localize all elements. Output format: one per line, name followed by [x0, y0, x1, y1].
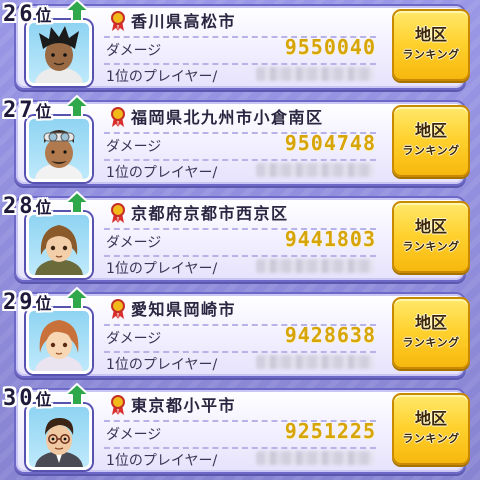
ranking-row: 28 位 京都府京都市西京区 ダメージ 9441803 1位のプレイヤー/ 地区 …	[0, 191, 480, 288]
button-label-line1: 地区	[414, 25, 447, 44]
region-name: 京都府京都市西京区	[131, 204, 289, 223]
character-portrait-icon	[35, 225, 83, 275]
player-avatar	[26, 404, 92, 470]
top-player-label: 1位のプレイヤー/	[106, 357, 218, 373]
blurred-player-name	[256, 355, 374, 369]
top-player-label: 1位のプレイヤー/	[106, 261, 218, 277]
rank-number: 30	[3, 386, 36, 411]
rank-number: 29	[3, 290, 36, 315]
rank-position: 30 位	[3, 384, 52, 410]
player-avatar	[26, 212, 92, 278]
medal-icon	[111, 395, 125, 415]
region-ranking-button[interactable]: 地区 ランキング	[392, 393, 470, 465]
rank-suffix: 位	[35, 294, 52, 313]
divider	[104, 255, 376, 257]
damage-value: 9504748	[284, 131, 376, 155]
divider	[104, 351, 376, 353]
divider	[104, 63, 376, 65]
rank-suffix: 位	[35, 198, 52, 217]
player-avatar	[26, 308, 92, 374]
rank-suffix: 位	[35, 390, 52, 409]
rank-position: 28 位	[3, 192, 52, 218]
rank-position: 26 位	[3, 0, 52, 26]
region-name: 東京都小平市	[131, 396, 237, 415]
up-arrow-icon	[64, 95, 90, 118]
up-arrow-icon	[64, 0, 90, 22]
up-arrow-icon	[64, 383, 90, 406]
top-player-label: 1位のプレイヤー/	[106, 69, 218, 85]
rank-number: 28	[3, 194, 36, 219]
rank-number: 26	[3, 2, 36, 27]
button-label-line1: 地区	[414, 409, 447, 428]
divider	[104, 447, 376, 449]
character-portrait-icon	[35, 26, 83, 83]
player-avatar	[26, 116, 92, 182]
damage-label: ダメージ	[106, 139, 162, 155]
button-label-line2: ランキング	[402, 240, 460, 253]
ranking-row: 26 位 香川県高松市 ダメージ 9550040 1位のプレイヤー/ 地区 ランキ…	[0, 0, 480, 96]
damage-label: ダメージ	[106, 235, 162, 251]
blurred-player-name	[256, 163, 374, 177]
player-avatar	[26, 20, 92, 86]
top-player-label: 1位のプレイヤー/	[106, 165, 218, 181]
blurred-player-name	[256, 259, 374, 273]
damage-label: ダメージ	[106, 331, 162, 347]
region-name: 香川県高松市	[131, 12, 237, 31]
medal-icon	[111, 299, 125, 319]
character-portrait-icon	[35, 130, 83, 179]
character-portrait-icon	[35, 417, 83, 467]
region-ranking-button[interactable]: 地区 ランキング	[392, 201, 470, 273]
divider	[104, 159, 376, 161]
medal-icon	[111, 107, 125, 127]
button-label-line1: 地区	[414, 313, 447, 332]
rank-position: 27 位	[3, 96, 52, 122]
ranking-row: 29 位 愛知県岡崎市 ダメージ 9428638 1位のプレイヤー/ 地区 ランキ…	[0, 287, 480, 384]
region-ranking-button[interactable]: 地区 ランキング	[392, 297, 470, 369]
up-arrow-icon	[64, 191, 90, 214]
medal-icon	[111, 11, 125, 31]
damage-value: 9251225	[284, 419, 376, 443]
button-label-line2: ランキング	[402, 48, 460, 61]
blurred-player-name	[256, 451, 374, 465]
region-ranking-button[interactable]: 地区 ランキング	[392, 105, 470, 177]
ranking-row: 27 位 福岡県北九州市小倉南区 ダメージ 9504748 1位のプレイヤー/ 地…	[0, 95, 480, 192]
character-portrait-icon	[35, 320, 83, 371]
button-label-line2: ランキング	[402, 144, 460, 157]
ranking-row: 30 位 東京都小平市 ダメージ 9251225 1位のプレイヤー/ 地区 ラン…	[0, 383, 480, 480]
button-label-line2: ランキング	[402, 432, 460, 445]
rank-suffix: 位	[35, 102, 52, 121]
region-ranking-button[interactable]: 地区 ランキング	[392, 9, 470, 81]
rank-suffix: 位	[35, 6, 52, 25]
region-name: 福岡県北九州市小倉南区	[131, 108, 324, 127]
damage-label: ダメージ	[106, 43, 162, 59]
ranking-list: 26 位 香川県高松市 ダメージ 9550040 1位のプレイヤー/ 地区 ランキ…	[0, 0, 480, 480]
damage-value: 9428638	[284, 323, 376, 347]
rank-position: 29 位	[3, 288, 52, 314]
region-name: 愛知県岡崎市	[131, 300, 237, 319]
up-arrow-icon	[64, 287, 90, 310]
button-label-line1: 地区	[414, 121, 447, 140]
blurred-player-name	[256, 67, 374, 81]
medal-icon	[111, 203, 125, 223]
button-label-line1: 地区	[414, 217, 447, 236]
rank-number: 27	[3, 98, 36, 123]
damage-value: 9550040	[284, 35, 376, 59]
damage-value: 9441803	[284, 227, 376, 251]
damage-label: ダメージ	[106, 427, 162, 443]
top-player-label: 1位のプレイヤー/	[106, 453, 218, 469]
button-label-line2: ランキング	[402, 336, 460, 349]
